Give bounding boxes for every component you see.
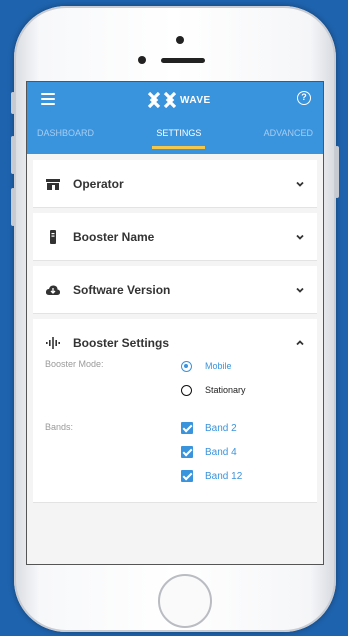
mute-switch	[11, 92, 15, 114]
chevron-down-icon[interactable]	[295, 285, 305, 295]
app-screen: WAVE ? DASHBOARD SETTINGS ADVANCED Opera…	[27, 82, 323, 564]
tab-bar: DASHBOARD SETTINGS ADVANCED	[27, 122, 323, 149]
booster-device-icon	[50, 229, 56, 244]
band-label: Band 12	[205, 470, 243, 482]
mode-option-label: Mobile	[205, 361, 232, 371]
cloud-icon	[45, 284, 61, 295]
section-title: Booster Settings	[73, 335, 170, 350]
chevron-up-icon[interactable]	[295, 338, 305, 348]
tab-settings[interactable]: SETTINGS	[152, 122, 206, 149]
menu-icon[interactable]	[41, 93, 55, 105]
section-software-version[interactable]: Software Version	[33, 266, 317, 314]
front-camera	[176, 36, 184, 44]
earpiece-speaker	[161, 58, 205, 63]
brand-name: WAVE	[180, 94, 211, 106]
band-label: Band 2	[205, 422, 237, 434]
mode-option-stationary[interactable]: Stationary	[181, 378, 305, 402]
tab-advanced[interactable]: ADVANCED	[260, 122, 317, 149]
store-icon	[46, 178, 60, 190]
section-title: Operator	[73, 176, 124, 191]
volume-up-button	[11, 136, 15, 174]
signal-icon	[46, 336, 60, 349]
bands-label: Bands:	[45, 422, 74, 432]
app-bar: WAVE ? DASHBOARD SETTINGS ADVANCED	[27, 82, 323, 154]
mode-option-mobile[interactable]: Mobile	[181, 354, 305, 378]
band-label: Band 4	[205, 446, 237, 458]
section-title: Booster Name	[73, 229, 155, 244]
home-button[interactable]	[158, 574, 212, 628]
section-title: Software Version	[73, 282, 171, 297]
band-option-12[interactable]: Band 12	[181, 464, 305, 488]
checkbox-checked[interactable]	[181, 446, 193, 458]
tab-dashboard[interactable]: DASHBOARD	[33, 122, 98, 149]
power-button	[335, 146, 339, 198]
section-operator[interactable]: Operator	[33, 160, 317, 208]
mode-option-label: Stationary	[205, 385, 246, 395]
chevron-down-icon[interactable]	[295, 179, 305, 189]
chevron-down-icon[interactable]	[295, 232, 305, 242]
proximity-sensor	[138, 56, 146, 64]
section-booster-settings: Booster Settings Booster Mode: Mobile St…	[33, 319, 317, 503]
band-option-2[interactable]: Band 2	[181, 416, 305, 440]
band-option-4[interactable]: Band 4	[181, 440, 305, 464]
volume-down-button	[11, 188, 15, 226]
checkbox-checked[interactable]	[181, 422, 193, 434]
help-icon[interactable]: ?	[297, 91, 311, 105]
booster-mode-label: Booster Mode:	[45, 359, 104, 369]
wave-logo-icon	[148, 92, 176, 108]
section-booster-name[interactable]: Booster Name	[33, 213, 317, 261]
radio-unselected[interactable]	[181, 384, 192, 396]
brand-logo: WAVE	[148, 92, 211, 108]
checkbox-checked[interactable]	[181, 470, 193, 482]
radio-selected[interactable]	[181, 360, 192, 372]
